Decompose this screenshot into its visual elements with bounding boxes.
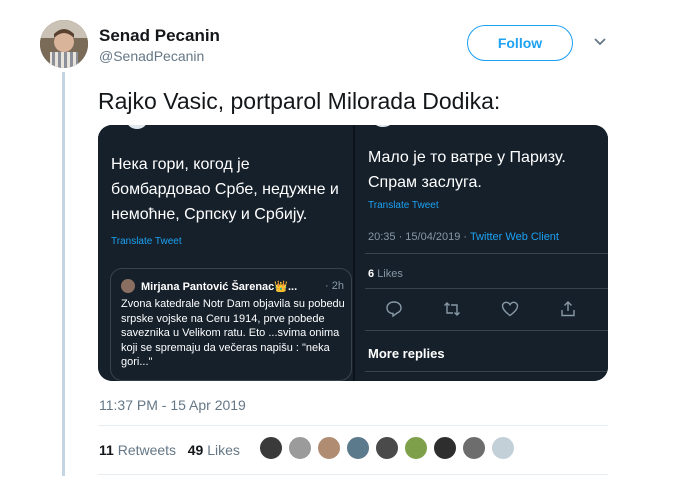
- heart-icon: [501, 301, 519, 317]
- divider: [365, 330, 608, 331]
- right-translate-link: Translate Tweet: [368, 200, 439, 211]
- left-tweet-line-3: немоћне, Српску и Србију.: [111, 206, 308, 223]
- likes-stat[interactable]: 49 Likes: [188, 442, 240, 458]
- screenshot-left: Нека гори, когод је бомбардовао Србе, не…: [98, 125, 353, 381]
- reply-icon: [386, 301, 402, 318]
- chevron-down-icon[interactable]: [592, 34, 608, 50]
- quoted-author-avatar: [121, 279, 135, 293]
- divider: [365, 253, 608, 254]
- avatar-fragment-icon: [128, 125, 146, 129]
- author-avatar[interactable]: [40, 20, 88, 68]
- author-display-name[interactable]: Senad Pecanin: [99, 26, 220, 46]
- tweet-timestamp[interactable]: 11:37 PM - 15 Apr 2019: [99, 397, 246, 413]
- liker-avatar[interactable]: [433, 436, 457, 460]
- left-tweet-line-1: Нека гори, когод је: [111, 156, 250, 173]
- retweet-icon: [444, 302, 460, 316]
- thread-line: [62, 72, 65, 476]
- tweet-stats: 11 Retweets 49 Likes: [99, 442, 240, 458]
- quoted-author-name: Mirjana Pantović Šarenac👑...: [141, 281, 298, 293]
- liker-avatar[interactable]: [346, 436, 370, 460]
- right-tweet-line-2: Спрам заслуга.: [368, 174, 482, 191]
- divider: [98, 474, 608, 475]
- likes-count: 49: [187, 442, 204, 458]
- retweets-label: Retweets: [117, 442, 177, 458]
- retweets-count: 11: [99, 442, 114, 458]
- tweet-text: Rajko Vasic, portparol Milorada Dodika:: [98, 88, 501, 114]
- divider: [365, 371, 608, 372]
- likes-label: Likes: [207, 442, 240, 458]
- right-likes: 6 Likes: [368, 268, 403, 280]
- left-translate-link: Translate Tweet: [111, 236, 182, 247]
- liker-avatar[interactable]: [491, 436, 515, 460]
- right-meta-client: Twitter Web Client: [469, 231, 559, 243]
- right-tweet-meta: 20:35 · 15/04/2019 · Twitter Web Client: [368, 231, 559, 243]
- right-action-bar: [385, 300, 585, 318]
- right-tweet-line-1: Мало је то ватре у Паризу.: [368, 149, 566, 166]
- tweet-media-image[interactable]: Нека гори, когод је бомбардовао Србе, не…: [98, 125, 608, 381]
- liker-avatar[interactable]: [375, 436, 399, 460]
- liker-avatar[interactable]: [288, 436, 312, 460]
- follow-button[interactable]: Follow: [467, 25, 573, 61]
- divider: [365, 288, 608, 289]
- tweet-header: Senad Pecanin @SenadPecanin Follow: [40, 20, 620, 70]
- left-tweet-line-2: бомбардовао Србе, недужне и: [111, 181, 339, 198]
- liker-avatar[interactable]: [259, 436, 283, 460]
- quoted-body: Zvona katedrale Notr Dam objavila su pob…: [121, 298, 345, 368]
- avatar-fragment-icon: [376, 125, 390, 127]
- liker-avatar[interactable]: [404, 436, 428, 460]
- retweets-stat[interactable]: 11 Retweets: [99, 442, 176, 458]
- right-meta-time: 20:35 · 15/04/2019 ·: [368, 231, 470, 243]
- screenshot-right: Мало је то ватре у Паризу. Спрам заслуга…: [355, 125, 608, 381]
- more-replies-link: More replies: [368, 346, 445, 361]
- author-handle[interactable]: @SenadPecanin: [99, 48, 204, 64]
- divider: [98, 425, 608, 426]
- quoted-tweet: Mirjana Pantović Šarenac👑... · 2h Zvona …: [110, 268, 352, 381]
- right-likes-count: 6: [368, 268, 375, 280]
- right-likes-label: Likes: [377, 268, 403, 280]
- share-icon: [561, 301, 575, 317]
- quoted-time: · 2h: [325, 280, 344, 292]
- liker-avatar[interactable]: [462, 436, 486, 460]
- liker-avatar[interactable]: [317, 436, 341, 460]
